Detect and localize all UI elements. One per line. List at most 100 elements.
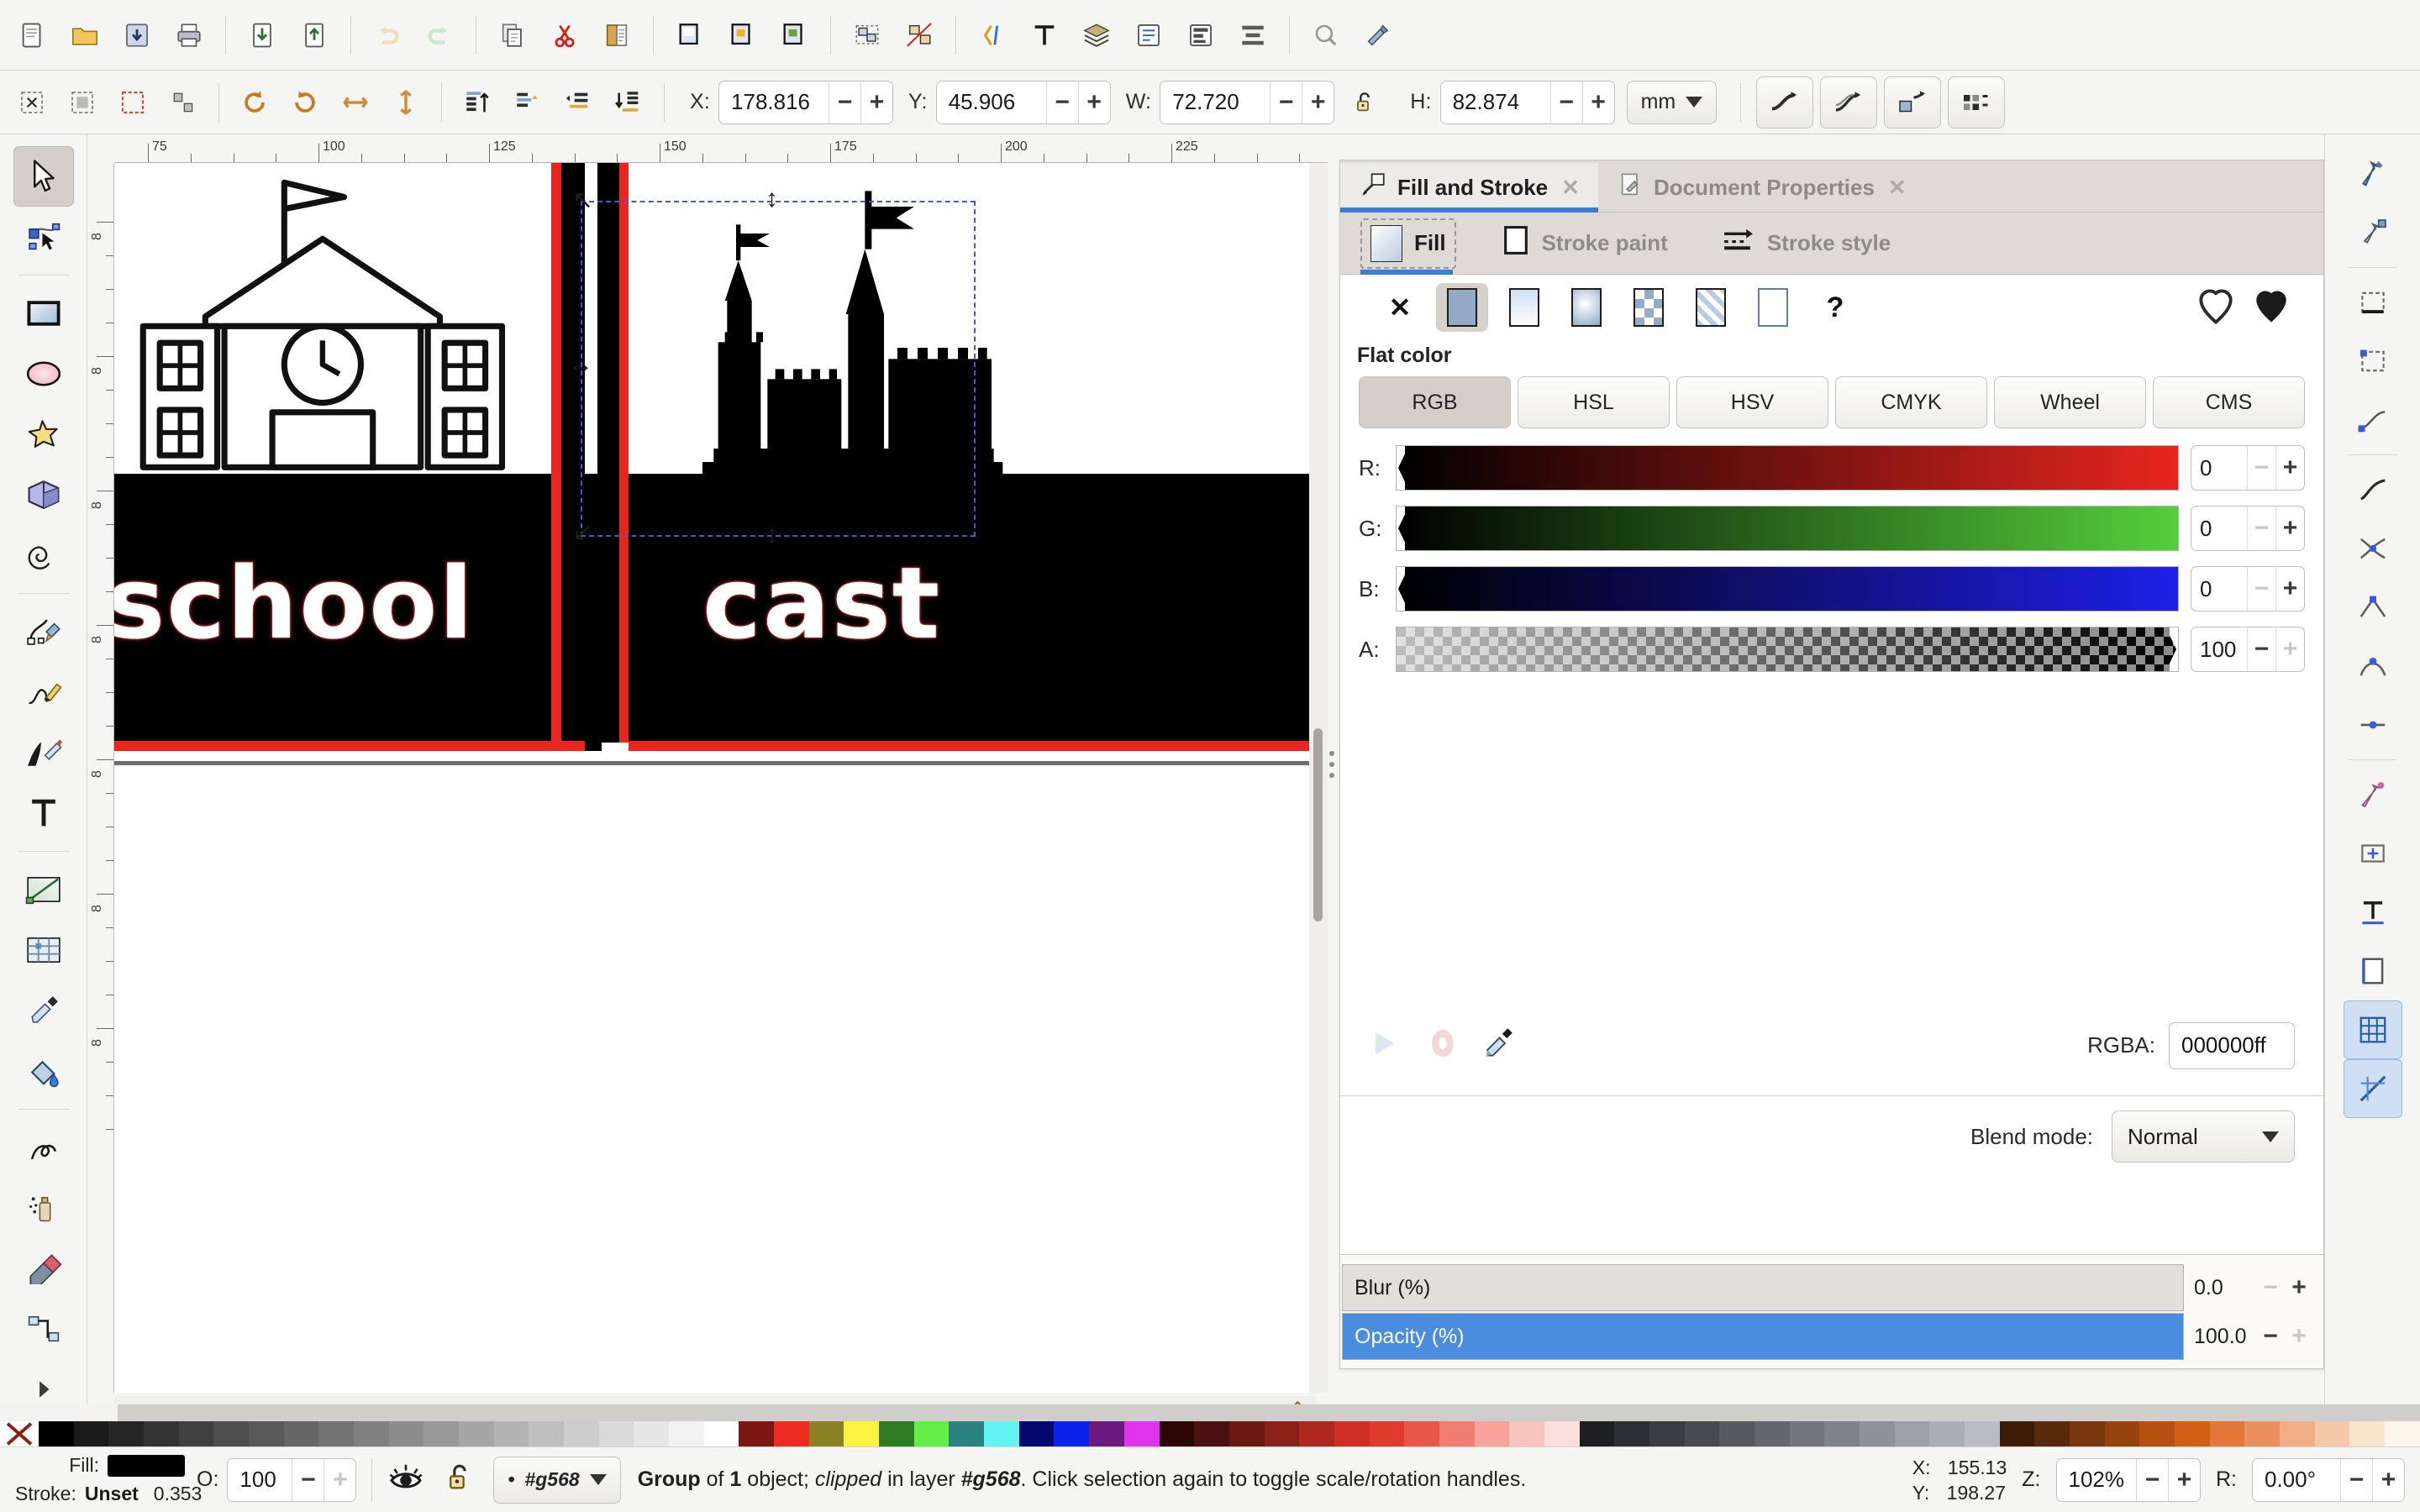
pencil-tool[interactable]	[13, 662, 74, 722]
tab-document-properties[interactable]: Document Properties ✕	[1598, 163, 1925, 212]
paint-radial-gradient[interactable]	[1560, 283, 1612, 332]
channel-red-knob[interactable]	[1397, 446, 1405, 490]
palette-swatch[interactable]	[634, 1421, 670, 1446]
dock-resize-handle[interactable]	[1326, 739, 1338, 790]
palette-swatch[interactable]	[424, 1421, 460, 1446]
redo-icon[interactable]	[413, 9, 466, 61]
palette-swatch[interactable]	[1544, 1421, 1580, 1446]
new-document-icon[interactable]	[7, 9, 59, 61]
drawing-canvas[interactable]: school cast ↖ ↕ ↔ ↙ ↕	[114, 163, 1328, 1393]
vertical-scroll-thumb[interactable]	[1313, 728, 1323, 922]
color-wheel-icon[interactable]	[1369, 1026, 1404, 1065]
affect-gradients-icon[interactable]	[1884, 76, 1942, 129]
subtab-fill[interactable]: Fill	[1360, 218, 1456, 269]
paste-icon[interactable]	[591, 9, 643, 61]
palette-swatch[interactable]	[2174, 1421, 2210, 1446]
channel-red-increment[interactable]: +	[2275, 446, 2304, 490]
tab-fill-and-stroke[interactable]: Fill and Stroke ✕	[1340, 163, 1598, 213]
mesh-tool[interactable]	[13, 920, 74, 980]
snap-guide-icon[interactable]	[2343, 1059, 2402, 1118]
palette-swatch[interactable]	[1754, 1421, 1790, 1446]
color-mode-wheel[interactable]: Wheel	[1994, 376, 2146, 428]
channel-alpha-decrement[interactable]: −	[2247, 627, 2275, 671]
channel-blue-value[interactable]: 0	[2191, 567, 2247, 611]
color-mode-cmyk[interactable]: CMYK	[1835, 376, 1987, 428]
palette-swatch[interactable]	[1684, 1421, 1720, 1446]
color-mode-cms[interactable]: CMS	[2153, 376, 2305, 428]
palette-swatch[interactable]	[2209, 1421, 2245, 1446]
palette-swatch[interactable]	[913, 1421, 950, 1446]
horizontal-ruler[interactable]: 75 100 125 150 175 200 225	[114, 134, 1328, 163]
palette-swatch[interactable]	[318, 1421, 355, 1446]
paint-help[interactable]: ?	[1809, 283, 1861, 332]
palette-swatch[interactable]	[2034, 1421, 2070, 1446]
ungroup-icon[interactable]	[893, 9, 945, 61]
palette-swatch[interactable]	[213, 1421, 250, 1446]
bezier-tool[interactable]	[13, 601, 74, 662]
palette-swatch[interactable]	[108, 1421, 145, 1446]
palette-swatch[interactable]	[1999, 1421, 2035, 1446]
palette-swatch[interactable]	[493, 1421, 529, 1446]
palette-swatch[interactable]	[774, 1421, 809, 1446]
palette-swatch[interactable]	[1089, 1421, 1124, 1446]
palette-swatch[interactable]	[1929, 1421, 1965, 1446]
snap-cusp-node-icon[interactable]	[2344, 578, 2402, 637]
select-all-layers-icon[interactable]	[57, 77, 108, 128]
paint-linear-gradient[interactable]	[1498, 283, 1550, 332]
paint-flat-color[interactable]	[1436, 283, 1488, 332]
palette-swatch[interactable]	[1719, 1421, 1754, 1446]
palette-scroll-thumb[interactable]	[0, 1404, 118, 1421]
affect-stroke-width-icon[interactable]	[1756, 76, 1814, 129]
palette-swatch[interactable]	[2280, 1421, 2315, 1446]
paint-pattern[interactable]	[1623, 283, 1675, 332]
tweak-tool[interactable]	[13, 1117, 74, 1178]
color-managed-icon[interactable]	[1426, 1026, 1460, 1065]
channel-green-increment[interactable]: +	[2275, 507, 2304, 550]
group-icon[interactable]	[841, 9, 893, 61]
palette-swatch[interactable]	[1228, 1421, 1265, 1446]
palette-swatch[interactable]	[39, 1421, 74, 1446]
palette-swatch[interactable]	[249, 1421, 284, 1446]
blend-mode-dropdown[interactable]: Normal	[2112, 1110, 2295, 1163]
import-icon[interactable]	[236, 9, 288, 61]
subtab-stroke-style[interactable]: Stroke style	[1713, 221, 1899, 265]
palette-swatch[interactable]	[1964, 1421, 2000, 1446]
palette-swatch[interactable]	[2244, 1421, 2280, 1446]
open-document-icon[interactable]	[59, 9, 111, 61]
y-spinner[interactable]: 45.906 − +	[935, 80, 1111, 124]
opacity-slider[interactable]: Opacity (%)	[1342, 1313, 2184, 1360]
palette-swatch[interactable]	[1404, 1421, 1439, 1446]
selector-tool[interactable]	[13, 146, 74, 207]
export-icon[interactable]	[288, 9, 340, 61]
copy-icon[interactable]	[487, 9, 539, 61]
raise-to-top-icon[interactable]	[452, 77, 502, 128]
channel-green-slider[interactable]	[1396, 506, 2179, 551]
save-document-icon[interactable]	[111, 9, 163, 61]
xml-editor-icon[interactable]	[966, 9, 1018, 61]
spray-tool[interactable]	[13, 1178, 74, 1238]
channel-blue-slider[interactable]	[1396, 566, 2179, 612]
channel-green-decrement[interactable]: −	[2247, 507, 2275, 550]
color-mode-rgb[interactable]: RGB	[1359, 376, 1511, 428]
deselect-icon[interactable]	[108, 77, 158, 128]
palette-swatch[interactable]	[1369, 1421, 1405, 1446]
x-spinner[interactable]: 178.816 − +	[718, 80, 894, 124]
preferences-icon[interactable]	[1352, 9, 1404, 61]
x-decrement-button[interactable]: −	[829, 81, 861, 123]
palette-swatch[interactable]	[1789, 1421, 1825, 1446]
flip-vertical-icon[interactable]	[381, 77, 431, 128]
snap-path-intersection-icon[interactable]	[2344, 519, 2402, 578]
selection-handle-mid-left[interactable]: ↔	[568, 352, 593, 377]
close-icon[interactable]: ✕	[1561, 175, 1580, 201]
affect-rounded-corners-icon[interactable]	[1820, 76, 1878, 129]
opacity-decrement[interactable]: −	[2256, 1322, 2285, 1351]
palette-swatch[interactable]	[2385, 1421, 2420, 1446]
snap-bbox-edge-icon[interactable]	[2344, 273, 2402, 332]
palette-swatch[interactable]	[388, 1421, 424, 1446]
channel-green-spinner[interactable]: 0 − +	[2191, 506, 2305, 551]
palette-swatch[interactable]	[703, 1421, 739, 1446]
channel-alpha-spinner[interactable]: 100 − +	[2191, 627, 2305, 672]
blur-increment[interactable]: +	[2285, 1273, 2313, 1302]
box3d-tool[interactable]	[13, 465, 74, 525]
cut-icon[interactable]	[539, 9, 591, 61]
